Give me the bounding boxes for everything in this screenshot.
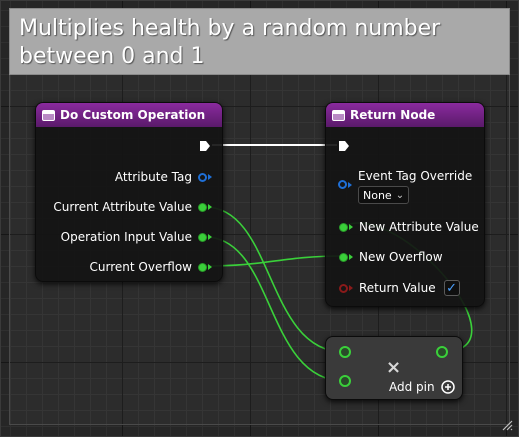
pin-arrow-icon	[349, 254, 353, 260]
float-pin-icon[interactable]	[339, 222, 348, 232]
pin-arrow-icon	[208, 234, 212, 240]
pin-row-attribute-tag[interactable]: Attribute Tag	[115, 170, 212, 184]
pin-arrow-icon	[349, 224, 353, 230]
pin-row-new-attribute-value[interactable]: New Attribute Value	[339, 220, 479, 234]
plus-circle-icon	[440, 380, 455, 394]
float-pin-icon[interactable]	[339, 252, 348, 262]
pin-label: Current Overflow	[89, 260, 192, 274]
pin-row-event-tag-override[interactable]: Event Tag Override None ⌄	[338, 169, 472, 204]
pin-arrow-icon	[208, 264, 212, 270]
add-pin-label: Add pin	[389, 380, 435, 394]
tag-pin-icon[interactable]	[198, 172, 207, 182]
dropdown-value: None	[363, 188, 392, 202]
checkmark-icon: ✓	[446, 280, 458, 296]
multiply-output-pin[interactable]	[436, 346, 448, 358]
node-header[interactable]: Do Custom Operation	[36, 103, 222, 127]
pin-label: New Attribute Value	[359, 220, 479, 234]
multiply-operator-icon: ×	[386, 357, 402, 378]
return-value-checkbox[interactable]: ✓	[443, 280, 460, 296]
multiply-input-pin-b[interactable]	[339, 375, 351, 387]
return-node[interactable]: Return Node Event Tag Override None ⌄ Ne…	[325, 102, 485, 307]
event-tag-dropdown[interactable]: None ⌄	[358, 186, 410, 204]
pin-label: Event Tag Override	[358, 169, 473, 183]
pin-label: Return Value	[359, 281, 436, 295]
pin-row-return-value[interactable]: Return Value ✓	[339, 280, 460, 296]
float-pin-icon[interactable]	[198, 202, 207, 212]
function-icon	[332, 109, 345, 121]
add-pin-button[interactable]: Add pin	[389, 380, 455, 394]
do-custom-operation-node[interactable]: Do Custom Operation Attribute Tag Curren…	[35, 102, 223, 282]
pin-row-current-overflow[interactable]: Current Overflow	[90, 260, 212, 274]
multiply-node[interactable]: × Add pin	[325, 336, 463, 400]
pin-row-current-attribute-value[interactable]: Current Attribute Value	[53, 200, 212, 214]
pin-label: Attribute Tag	[114, 170, 192, 184]
exec-input-pin[interactable]	[338, 140, 350, 152]
tag-pin-icon[interactable]	[338, 180, 347, 189]
pin-arrow-icon	[208, 204, 212, 210]
function-icon	[42, 109, 55, 121]
resize-grip-icon[interactable]	[501, 419, 513, 431]
pin-arrow-icon	[349, 285, 353, 291]
node-title: Return Node	[350, 108, 436, 122]
float-pin-icon[interactable]	[198, 232, 207, 242]
pin-row-operation-input-value[interactable]: Operation Input Value	[61, 230, 212, 244]
pin-arrow-icon	[348, 181, 352, 188]
pin-row-new-overflow[interactable]: New Overflow	[339, 250, 443, 264]
comment-box-header[interactable]: Multiplies health by a random number bet…	[9, 8, 510, 75]
float-pin-icon[interactable]	[198, 262, 207, 272]
pin-label: New Overflow	[359, 250, 443, 264]
node-header[interactable]: Return Node	[326, 103, 484, 127]
exec-output-pin[interactable]	[199, 140, 211, 152]
pin-arrow-icon	[208, 174, 212, 180]
pin-label: Operation Input Value	[60, 230, 192, 244]
chevron-down-icon: ⌄	[395, 189, 405, 201]
bool-pin-icon[interactable]	[339, 283, 348, 293]
multiply-input-pin-a[interactable]	[339, 346, 351, 358]
node-title: Do Custom Operation	[60, 108, 206, 122]
comment-text: Multiplies health by a random number bet…	[19, 16, 441, 69]
pin-label: Current Attribute Value	[53, 200, 192, 214]
